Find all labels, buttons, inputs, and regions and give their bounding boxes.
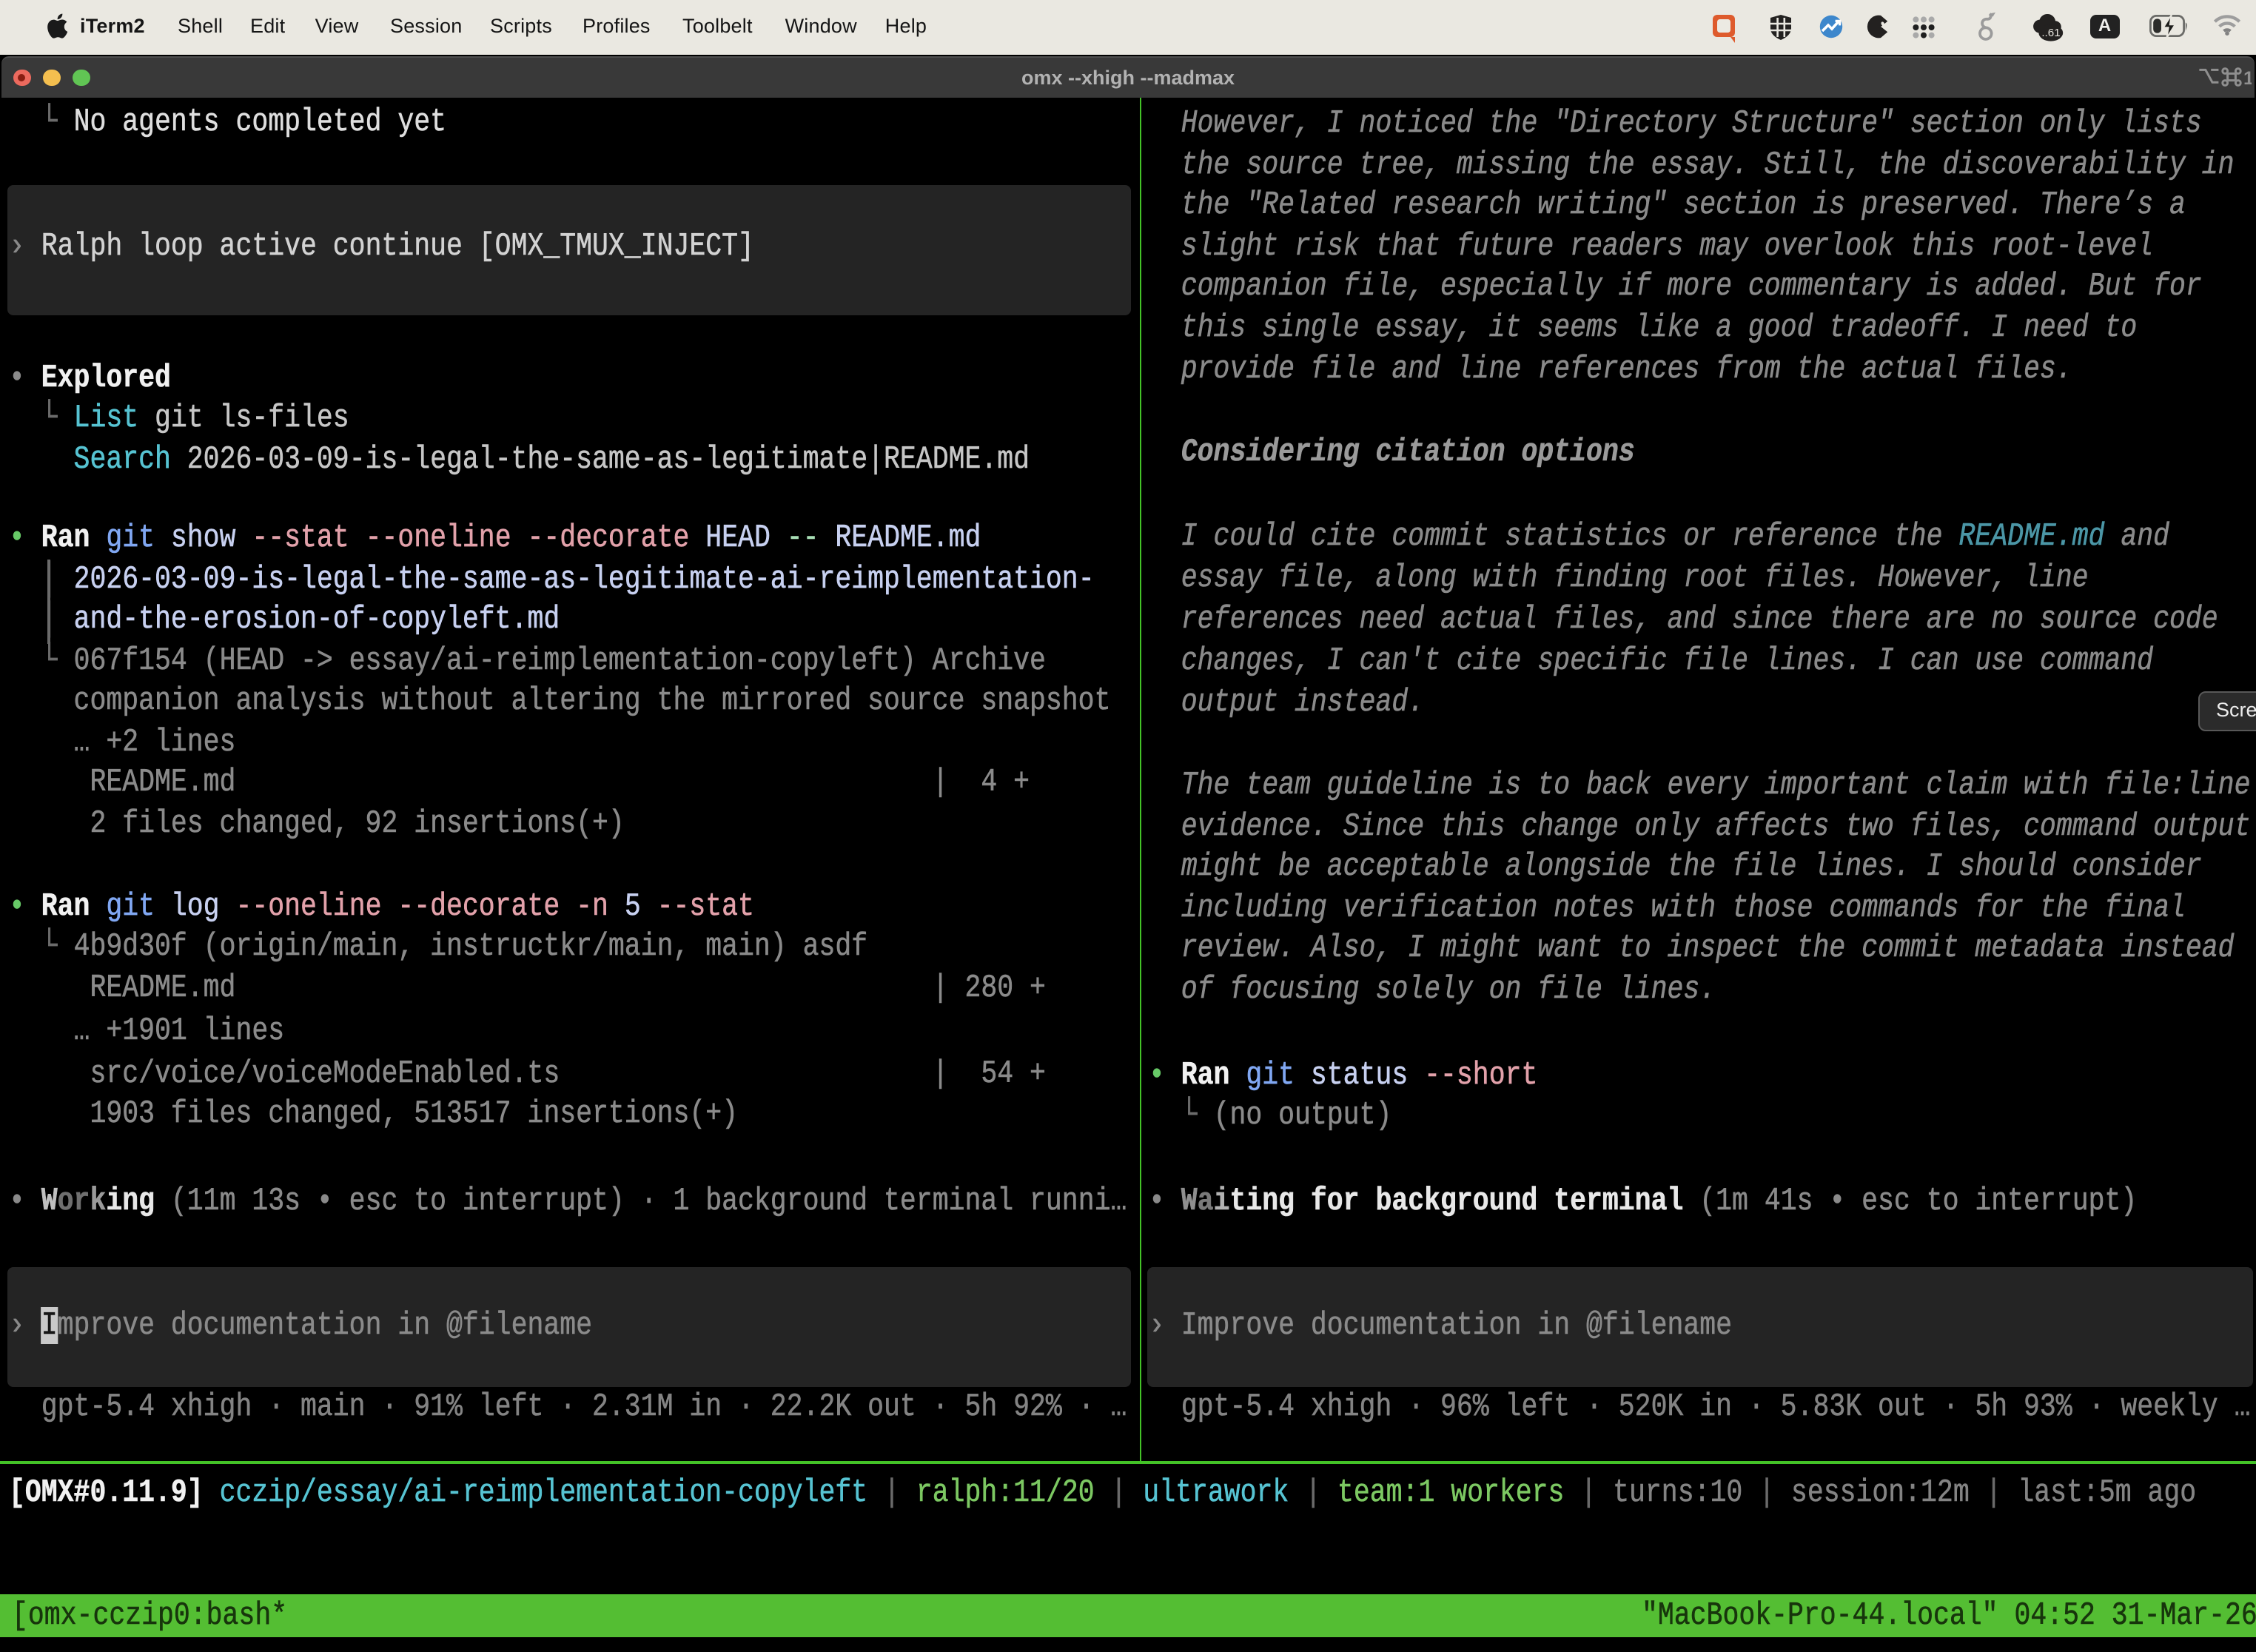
svg-text:1: 1 (2243, 68, 2252, 87)
svg-text:..61: ..61 (2041, 27, 2059, 39)
